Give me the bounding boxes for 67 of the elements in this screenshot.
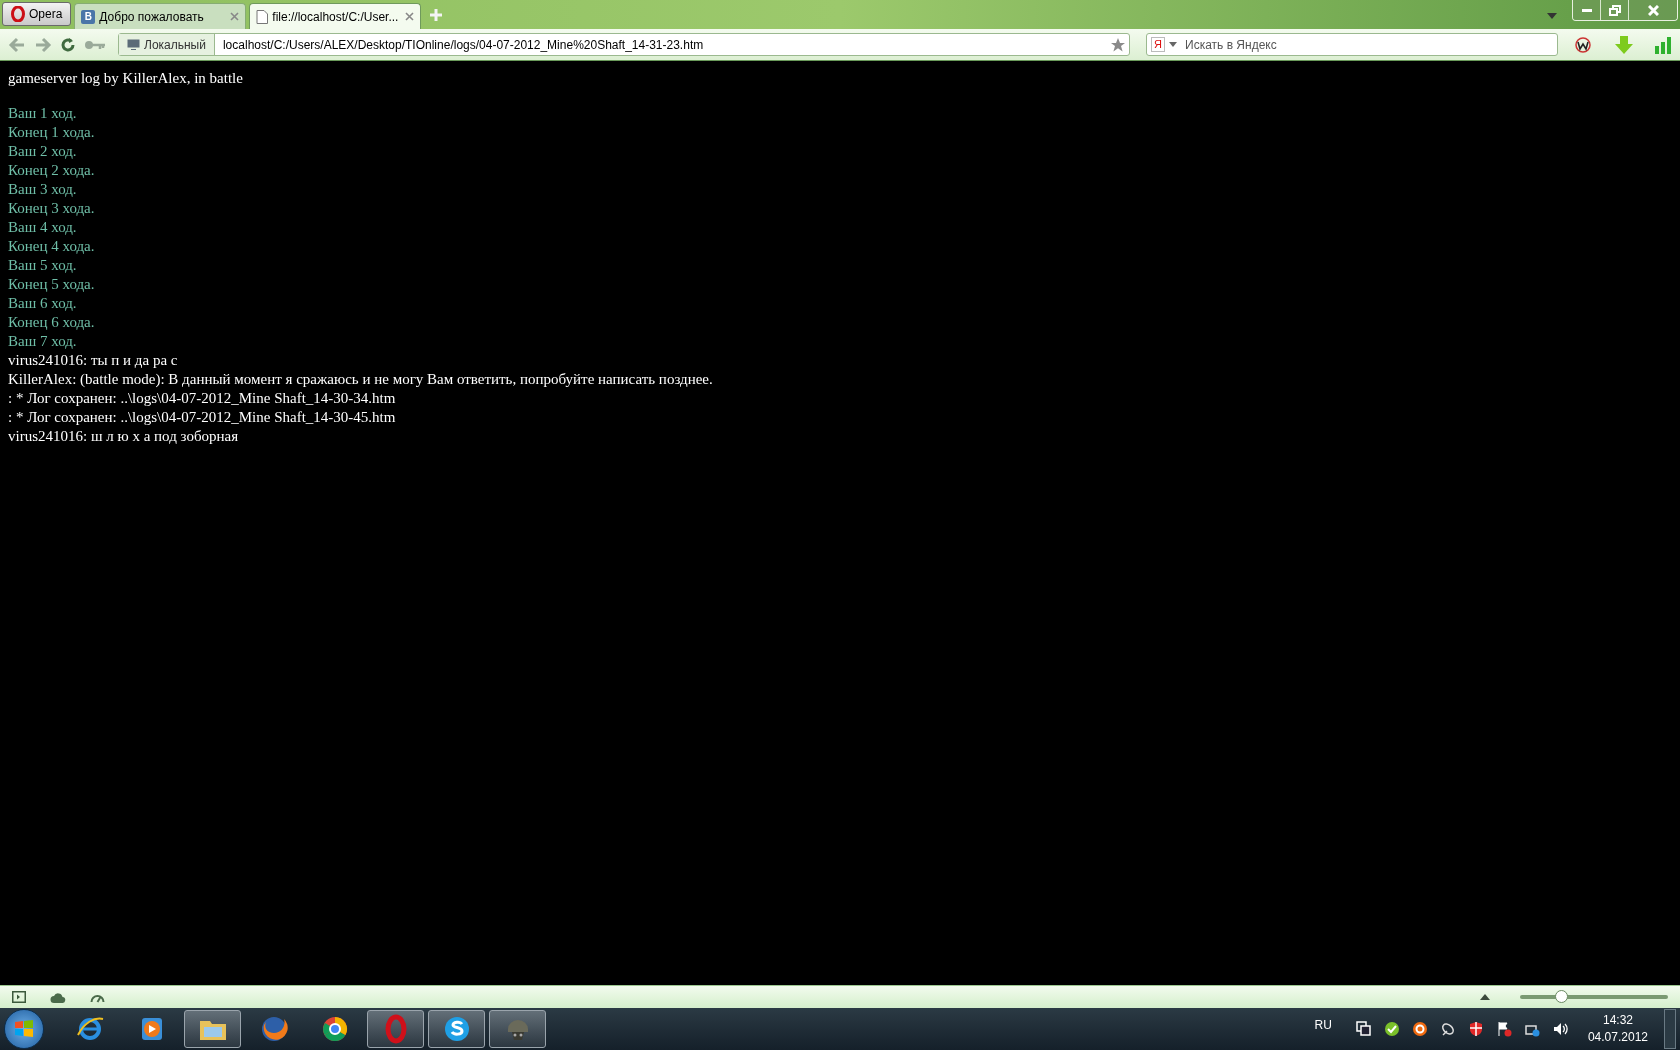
log-line: virus241016: ты п и да ра с	[8, 351, 178, 370]
shield-icon[interactable]	[1467, 1021, 1484, 1037]
address-field[interactable]: localhost/C:/Users/ALEX/Desktop/TIOnline/logs/04-07-2012_Mine%20Shaft_14-31-23.htm	[214, 35, 1111, 54]
browser-tab[interactable]: file://localhost/C:/User...	[249, 3, 422, 29]
log-line: Ваш 4 ход.	[8, 218, 77, 237]
taskbar-button[interactable]	[367, 1010, 424, 1048]
log-line: Конец 3 хода.	[8, 199, 95, 218]
cloud-icon[interactable]	[50, 991, 66, 1003]
opera-logo-icon	[11, 6, 25, 22]
opera-menu-button[interactable]: Opera	[2, 2, 72, 26]
restore-icon	[1608, 4, 1621, 16]
log-line: : * Лог сохранен: ..\logs\04-07-2012_Mine Shaft_14-30-45.htm	[8, 408, 396, 427]
log-line: Конец 6 хода.	[8, 313, 95, 332]
log-line: virus241016: ш л ю х а под зоборная	[8, 427, 239, 446]
log-line: Конец 2 хода.	[8, 161, 95, 180]
log-line: Ваш 6 ход.	[8, 294, 77, 313]
log-line: Конец 4 хода.	[8, 237, 95, 256]
show-desktop-button[interactable]	[1664, 1009, 1676, 1049]
taskbar-button[interactable]	[428, 1010, 485, 1048]
close-button[interactable]	[1629, 0, 1677, 20]
log-line: Конец 5 хода.	[8, 275, 95, 294]
speaker-icon[interactable]	[1551, 1021, 1568, 1037]
reload-icon[interactable]	[60, 36, 76, 53]
local-badge[interactable]: Локальный	[119, 34, 215, 55]
minimize-button[interactable]	[1573, 0, 1601, 20]
address-bar[interactable]: Локальный localhost/C:/Users/ALEX/Desktop/TIOnline/logs/04-07-2012_Mine%20Shaft_14-31-23.htm	[118, 33, 1130, 56]
log-line: KillerAlex: (battle mode): В данный момент я сражаюсь и не могу Вам ответить, попробуйте написать позднее.	[8, 370, 713, 389]
dropdown-caret-icon[interactable]	[1547, 13, 1557, 19]
browser-tab[interactable]: В Добро пожаловать	[74, 3, 247, 29]
search-bar[interactable]: Я Искать в Яндекс	[1146, 33, 1558, 56]
tab-title: file://localhost/C:/User...	[272, 8, 400, 26]
log-line: Конец 1 хода.	[8, 123, 95, 142]
log-line: Ваш 5 ход.	[8, 256, 77, 275]
log-line: : * Лог сохранен: ..\logs\04-07-2012_Mine Shaft_14-30-34.htm	[8, 389, 396, 408]
yandex-logo-icon: Я	[1151, 37, 1165, 52]
taskbar-button[interactable]	[489, 1010, 546, 1048]
start-button[interactable]	[4, 1009, 44, 1049]
vk-favicon-icon: В	[81, 9, 96, 24]
page-icon	[256, 9, 269, 24]
ring-logo-icon[interactable]	[1411, 1021, 1428, 1037]
signal-bars-icon[interactable]	[1654, 35, 1672, 54]
log-heading: gameserver log by KillerAlex, in battle	[8, 69, 243, 88]
clock[interactable]: 14:32 04.07.2012	[1587, 1012, 1648, 1046]
expand-arrow-icon[interactable]	[1480, 994, 1490, 1000]
satellite-dish-icon[interactable]	[1439, 1021, 1456, 1037]
tab-title: Добро пожаловать	[99, 8, 205, 26]
caret-icon	[1169, 42, 1177, 47]
language-indicator[interactable]: RU	[1314, 1016, 1332, 1034]
flag-error-icon[interactable]	[1495, 1021, 1512, 1037]
close-icon[interactable]	[405, 12, 415, 21]
log-line: Ваш 1 ход.	[8, 104, 77, 123]
log-line: Ваш 7 ход.	[8, 332, 77, 351]
restore-button[interactable]	[1601, 0, 1629, 20]
check-badge-icon[interactable]	[1383, 1021, 1400, 1037]
slider-thumb[interactable]	[1555, 990, 1569, 1003]
windows-logo-icon	[14, 1019, 34, 1039]
monitor-icon	[127, 39, 140, 50]
window-switch-icon[interactable]	[1355, 1021, 1372, 1037]
w-logo-icon[interactable]	[1574, 35, 1594, 54]
star-icon[interactable]	[1111, 37, 1125, 52]
close-icon	[1647, 4, 1659, 16]
minimize-icon	[1581, 8, 1592, 12]
taskbar-button[interactable]	[184, 1010, 241, 1048]
search-field[interactable]: Искать в Яндекс	[1181, 35, 1553, 54]
log-line: Ваш 3 ход.	[8, 180, 77, 199]
log-line: Ваш 2 ход.	[8, 142, 77, 161]
panel-toggle-icon[interactable]	[12, 991, 26, 1003]
